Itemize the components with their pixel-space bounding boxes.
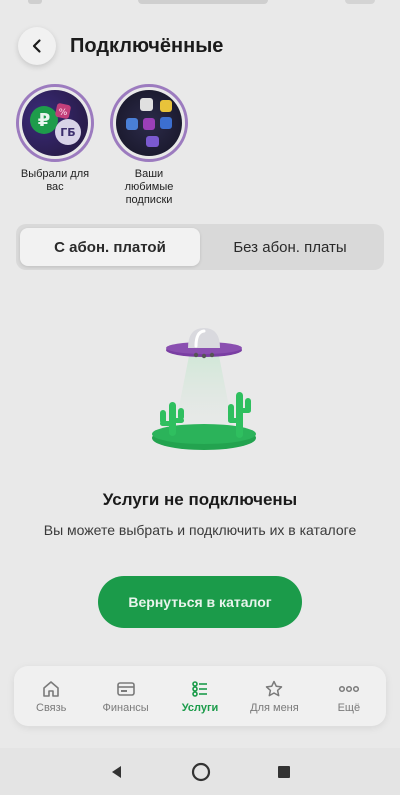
star-icon [266, 680, 283, 696]
svg-text:ГБ: ГБ [60, 126, 75, 139]
nav-item-finance[interactable]: Финансы [88, 666, 162, 726]
story-picked[interactable]: ₽ % ГБ Выбрали для вас [16, 84, 94, 207]
nav-item-services[interactable]: Услуги [163, 666, 237, 726]
chevron-left-icon [32, 39, 41, 53]
story-subscriptions[interactable]: Ваши любимые подписки [110, 84, 188, 207]
svg-text:%: % [59, 108, 68, 118]
nav-item-for-me[interactable]: Для меня [237, 666, 311, 726]
stories-row: ₽ % ГБ Выбрали для вас Ваши любимые подп… [16, 84, 188, 207]
story-label: Ваши любимые подписки [124, 168, 174, 206]
home-icon [43, 680, 60, 697]
status-bar [0, 0, 400, 10]
story-ring: ₽ % ГБ [16, 84, 94, 162]
header: Подключённые [18, 18, 382, 74]
story-subscriptions-image [116, 90, 182, 156]
nav-label: Финансы [102, 701, 149, 714]
back-triangle-icon[interactable] [108, 763, 126, 781]
story-label: Выбрали для вас [20, 168, 90, 193]
nav-label: Ещё [337, 701, 361, 714]
nav-item-more[interactable]: Ещё [312, 666, 386, 726]
nav-item-svyaz[interactable]: Связь [14, 666, 88, 726]
more-icon [338, 685, 359, 692]
ufo-cactus-illustration [144, 322, 264, 458]
nav-label: Для меня [250, 701, 299, 714]
empty-state-title: Услуги не подключены [102, 490, 298, 509]
wallet-icon [116, 681, 135, 696]
nav-label: Связь [36, 701, 67, 714]
bottom-navigation: Связь Финансы Услуги Для меня Ещё [14, 666, 386, 726]
nav-label: Услуги [181, 701, 219, 714]
story-picked-image: ₽ % ГБ [22, 90, 88, 156]
story-ring [110, 84, 188, 162]
home-circle-icon[interactable] [190, 761, 212, 783]
return-to-catalog-button[interactable]: Вернуться в каталог [98, 576, 302, 628]
page-title: Подключённые [70, 34, 224, 57]
battery-icon [345, 0, 375, 4]
back-button[interactable] [18, 27, 56, 65]
recents-square-icon[interactable] [276, 764, 292, 780]
system-navigation-bar [0, 748, 400, 795]
svg-text:₽: ₽ [38, 110, 51, 131]
tariff-filter-tabs: С абон. платой Без абон. платы [16, 224, 384, 270]
list-icon [192, 680, 208, 697]
tab-with-fee[interactable]: С абон. платой [20, 228, 200, 266]
empty-state-subtitle: Вы можете выбрать и подключить их в ката… [43, 522, 357, 538]
status-icon [28, 0, 42, 4]
status-clock [138, 0, 268, 4]
tab-without-fee[interactable]: Без абон. платы [200, 228, 380, 266]
